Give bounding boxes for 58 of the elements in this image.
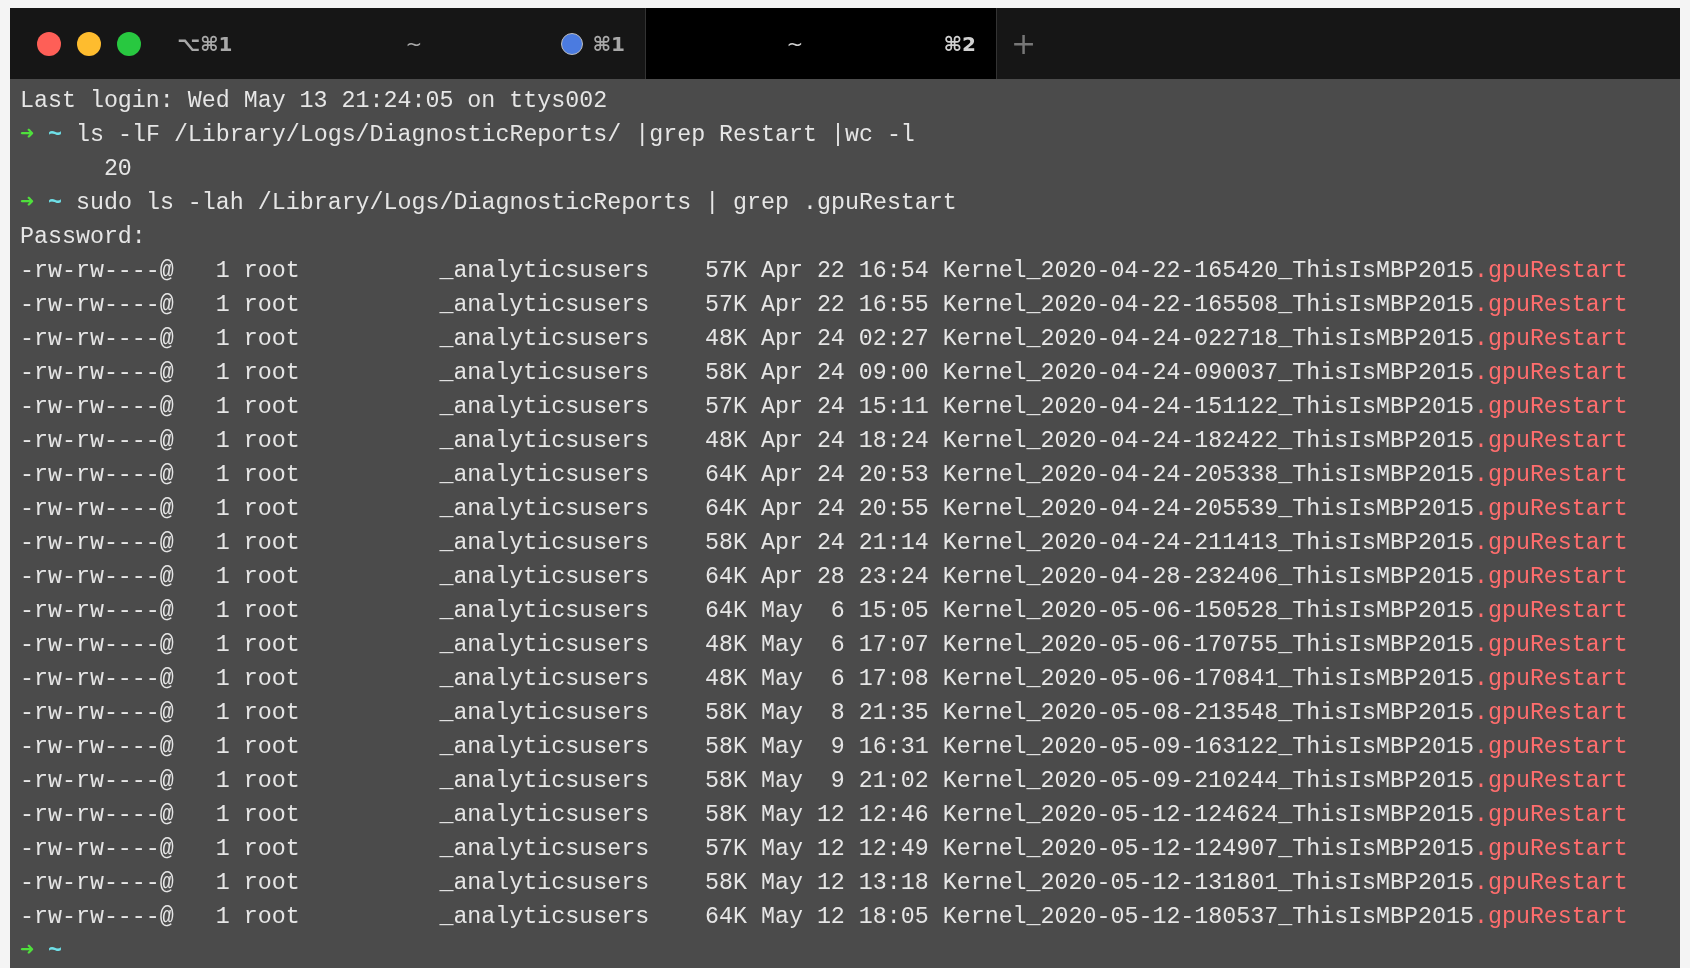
file-listing-line: -rw-rw----@ 1 root _analyticsusers 64K Apr 24 20:53 Kernel_2020-04-24-205338_ThisIsMBP2015: [20, 461, 1474, 490]
command-text: sudo ls -lah /Library/Logs/DiagnosticReports | grep .gpuRestart: [76, 189, 957, 218]
file-extension: .gpuRestart: [1473, 563, 1628, 592]
file-extension: .gpuRestart: [1473, 631, 1628, 660]
file-listing-line: -rw-rw----@ 1 root _analyticsusers 64K Apr 28 23:24 Kernel_2020-04-28-232406_ThisIsMBP2015: [20, 563, 1474, 592]
prompt-arrow: ➜: [20, 189, 35, 218]
file-listing-line: -rw-rw----@ 1 root _analyticsusers 48K Apr 24 18:24 Kernel_2020-04-24-182422_ThisIsMBP2015: [20, 427, 1474, 456]
file-listing-line: -rw-rw----@ 1 root _analyticsusers 58K Apr 24 09:00 Kernel_2020-04-24-090037_ThisIsMBP2015: [20, 359, 1474, 388]
minimize-button[interactable]: [77, 31, 101, 56]
file-extension: .gpuRestart: [1473, 869, 1628, 898]
file-listing-line: -rw-rw----@ 1 root _analyticsusers 57K May 12 12:49 Kernel_2020-05-12-124907_ThisIsMBP2015: [20, 835, 1474, 864]
terminal-output: 20: [102, 155, 132, 184]
file-listing-line: -rw-rw----@ 1 root _analyticsusers 57K Apr 22 16:55 Kernel_2020-04-22-165508_ThisIsMBP2015: [20, 291, 1474, 320]
command-text: ls -lF /Library/Logs/DiagnosticReports/ |grep Restart |wc -l: [76, 121, 915, 150]
file-extension: .gpuRestart: [1473, 495, 1628, 524]
file-extension: .gpuRestart: [1473, 903, 1628, 932]
file-listing-line: -rw-rw----@ 1 root _analyticsusers 48K May 6 17:07 Kernel_2020-05-06-170755_ThisIsMBP2015: [20, 631, 1474, 660]
zoom-button[interactable]: [117, 31, 141, 56]
file-listing-line: -rw-rw----@ 1 root _analyticsusers 58K May 9 16:31 Kernel_2020-05-09-163122_ThisIsMBP2015: [20, 733, 1474, 762]
file-listing-line: -rw-rw----@ 1 root _analyticsusers 58K May 12 13:18 Kernel_2020-05-12-131801_ThisIsMBP2015: [20, 869, 1474, 898]
file-extension: .gpuRestart: [1473, 393, 1628, 422]
file-extension: .gpuRestart: [1473, 699, 1628, 728]
file-extension: .gpuRestart: [1473, 597, 1628, 626]
file-extension: .gpuRestart: [1473, 291, 1628, 320]
file-extension: .gpuRestart: [1473, 359, 1628, 388]
terminal-output: Last login: Wed May 13 21:24:05 on ttys002: [20, 87, 608, 116]
prompt-directory: ~: [48, 189, 62, 218]
window-shortcut: ⌥⌘1: [177, 31, 234, 56]
prompt-directory: ~: [48, 937, 62, 966]
tab[interactable]: ~ ⌘2: [645, 8, 997, 79]
file-extension: .gpuRestart: [1473, 835, 1628, 864]
close-button[interactable]: [37, 31, 61, 56]
file-extension: .gpuRestart: [1473, 427, 1628, 456]
file-listing-line: -rw-rw----@ 1 root _analyticsusers 64K May 6 15:05 Kernel_2020-05-06-150528_ThisIsMBP2015: [20, 597, 1474, 626]
prompt-arrow: ➜: [20, 937, 35, 966]
tab[interactable]: ~ ⌘1: [267, 8, 645, 79]
file-listing-line: -rw-rw----@ 1 root _analyticsusers 48K Apr 24 02:27 Kernel_2020-04-24-022718_ThisIsMBP2015: [20, 325, 1474, 354]
file-listing-line: -rw-rw----@ 1 root _analyticsusers 48K May 6 17:08 Kernel_2020-05-06-170841_ThisIsMBP2015: [20, 665, 1474, 694]
file-extension: .gpuRestart: [1473, 801, 1628, 830]
file-listing-line: -rw-rw----@ 1 root _analyticsusers 57K Apr 22 16:54 Kernel_2020-04-22-165420_ThisIsMBP2015: [20, 257, 1474, 286]
prompt-directory: ~: [48, 121, 62, 150]
file-listing-line: -rw-rw----@ 1 root _analyticsusers 58K Apr 24 21:14 Kernel_2020-04-24-211413_ThisIsMBP2015: [20, 529, 1474, 558]
file-extension: .gpuRestart: [1473, 665, 1628, 694]
file-extension: .gpuRestart: [1473, 461, 1628, 490]
file-listing-line: -rw-rw----@ 1 root _analyticsusers 64K May 12 18:05 Kernel_2020-05-12-180537_ThisIsMBP2015: [20, 903, 1474, 932]
file-listing-line: -rw-rw----@ 1 root _analyticsusers 64K Apr 24 20:55 Kernel_2020-04-24-205539_ThisIsMBP2015: [20, 495, 1474, 524]
file-extension: .gpuRestart: [1473, 257, 1628, 286]
file-extension: .gpuRestart: [1473, 325, 1628, 354]
file-listing-line: -rw-rw----@ 1 root _analyticsusers 58K May 8 21:35 Kernel_2020-05-08-213548_ThisIsMBP2015: [20, 699, 1474, 728]
file-listing-line: -rw-rw----@ 1 root _analyticsusers 58K May 9 21:02 Kernel_2020-05-09-210244_ThisIsMBP2015: [20, 767, 1474, 796]
file-extension: .gpuRestart: [1473, 733, 1628, 762]
file-listing-line: -rw-rw----@ 1 root _analyticsusers 57K Apr 24 15:11 Kernel_2020-04-24-151122_ThisIsMBP2015: [20, 393, 1474, 422]
file-extension: .gpuRestart: [1473, 529, 1628, 558]
new-tab-button[interactable]: +: [997, 8, 1051, 79]
prompt-arrow: ➜: [20, 121, 35, 150]
terminal-output: Password:: [20, 223, 146, 252]
file-extension: .gpuRestart: [1473, 767, 1628, 796]
file-listing-line: -rw-rw----@ 1 root _analyticsusers 58K May 12 12:46 Kernel_2020-05-12-124624_ThisIsMBP2015: [20, 801, 1474, 830]
